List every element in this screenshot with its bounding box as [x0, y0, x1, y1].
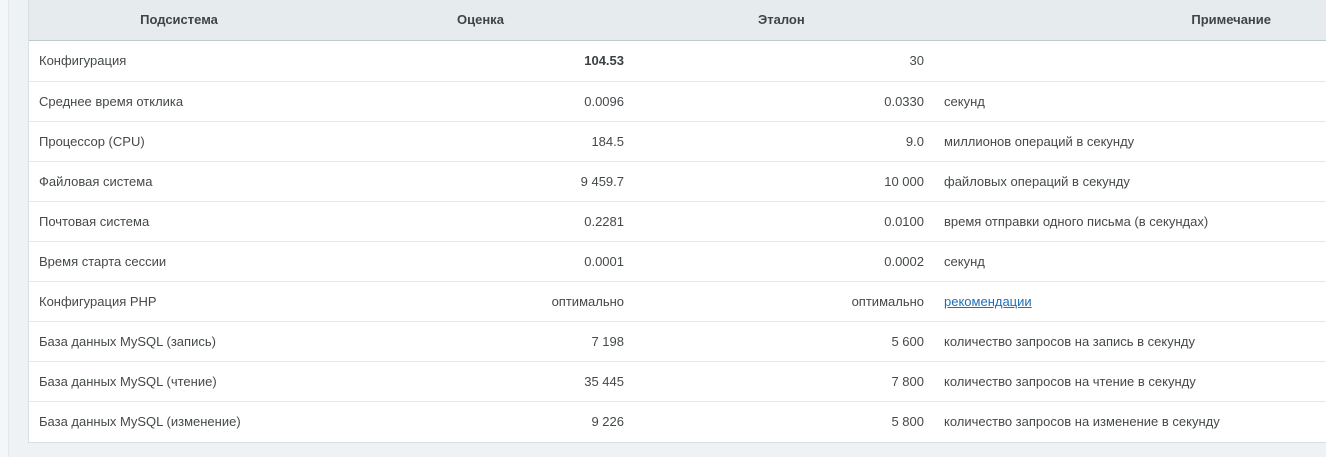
row-subsystem-name: База данных MySQL (чтение)	[39, 373, 217, 389]
table-row: Почтовая система 0.2281 0.0100 время отп…	[29, 201, 1326, 241]
row-reference: 10 000	[884, 173, 924, 189]
row-note-cell: рекомендации	[929, 281, 1326, 321]
row-score: 0.0001	[584, 253, 624, 269]
row-score: 7 198	[591, 333, 624, 349]
row-subsystem-name: Почтовая система	[39, 213, 150, 229]
row-note: время отправки одного письма (в секундах…	[944, 213, 1209, 229]
table-row: База данных MySQL (чтение) 35 445 7 800 …	[29, 361, 1326, 401]
row-score: оптимально	[551, 293, 624, 309]
row-reference: 5 600	[891, 333, 924, 349]
column-header-note: Примечание	[929, 0, 1326, 41]
row-score: 35 445	[584, 373, 624, 389]
row-subsystem-name: База данных MySQL (запись)	[39, 333, 216, 349]
column-header-score: Оценка	[329, 0, 629, 41]
row-note	[929, 40, 1326, 81]
row-note: секунд	[944, 93, 985, 109]
table-row: Конфигурация 104.53 30	[29, 40, 1326, 81]
row-reference: 30	[909, 53, 924, 68]
row-note: количество запросов на чтение в секунду	[944, 373, 1196, 389]
row-score: 0.2281	[584, 213, 624, 229]
table-row: База данных MySQL (запись) 7 198 5 600 к…	[29, 321, 1326, 361]
row-reference: оптимально	[851, 293, 924, 309]
row-note: секунд	[944, 253, 985, 269]
row-score: 9 226	[591, 413, 624, 429]
table-row: Среднее время отклика 0.0096 0.0330 секу…	[29, 81, 1326, 121]
row-subsystem-name: База данных MySQL (изменение)	[39, 413, 241, 429]
panel-bottom-spacing	[28, 443, 1326, 457]
performance-table: Подсистема Оценка Эталон Примечание Конф…	[29, 0, 1326, 441]
row-score: 184.5	[591, 133, 624, 149]
row-reference: 7 800	[891, 373, 924, 389]
row-reference: 0.0330	[884, 93, 924, 109]
table-row: Конфигурация PHP оптимально оптимально р…	[29, 281, 1326, 321]
table-row: База данных MySQL (изменение) 9 226 5 80…	[29, 401, 1326, 441]
row-reference: 5 800	[891, 413, 924, 429]
left-edge-strip	[0, 0, 9, 457]
row-subsystem-name: Время старта сессии	[39, 253, 167, 269]
table-row: Файловая система 9 459.7 10 000 файловых…	[29, 161, 1326, 201]
table-row: Время старта сессии 0.0001 0.0002 секунд	[29, 241, 1326, 281]
row-note: файловых операций в секунду	[944, 173, 1130, 189]
row-reference: 0.0002	[884, 253, 924, 269]
table-row: Процессор (CPU) 184.5 9.0 миллионов опер…	[29, 121, 1326, 161]
row-subsystem-name: Файловая система	[39, 173, 153, 189]
row-reference: 9.0	[905, 133, 924, 149]
row-score: 9 459.7	[580, 173, 624, 189]
row-note: количество запросов на запись в секунду	[944, 333, 1196, 349]
table-header-row: Подсистема Оценка Эталон Примечание	[29, 0, 1326, 41]
row-score: 104.53	[584, 53, 624, 68]
row-subsystem-name: Среднее время отклика	[39, 93, 184, 109]
row-reference: 0.0100	[884, 213, 924, 229]
recommendations-link[interactable]: рекомендации	[944, 294, 1032, 309]
row-score: 0.0096	[584, 93, 624, 109]
row-subsystem-name: Конфигурация PHP	[39, 293, 157, 309]
row-subsystem-name: Процессор (CPU)	[39, 133, 145, 149]
performance-results-panel: Подсистема Оценка Эталон Примечание Конф…	[28, 0, 1326, 443]
row-subsystem-name: Конфигурация	[39, 53, 127, 68]
row-note: количество запросов на изменение в секун…	[944, 413, 1220, 429]
column-header-subsystem: Подсистема	[29, 0, 329, 41]
column-header-reference: Эталон	[629, 0, 929, 41]
row-note: миллионов операций в секунду	[944, 133, 1135, 149]
